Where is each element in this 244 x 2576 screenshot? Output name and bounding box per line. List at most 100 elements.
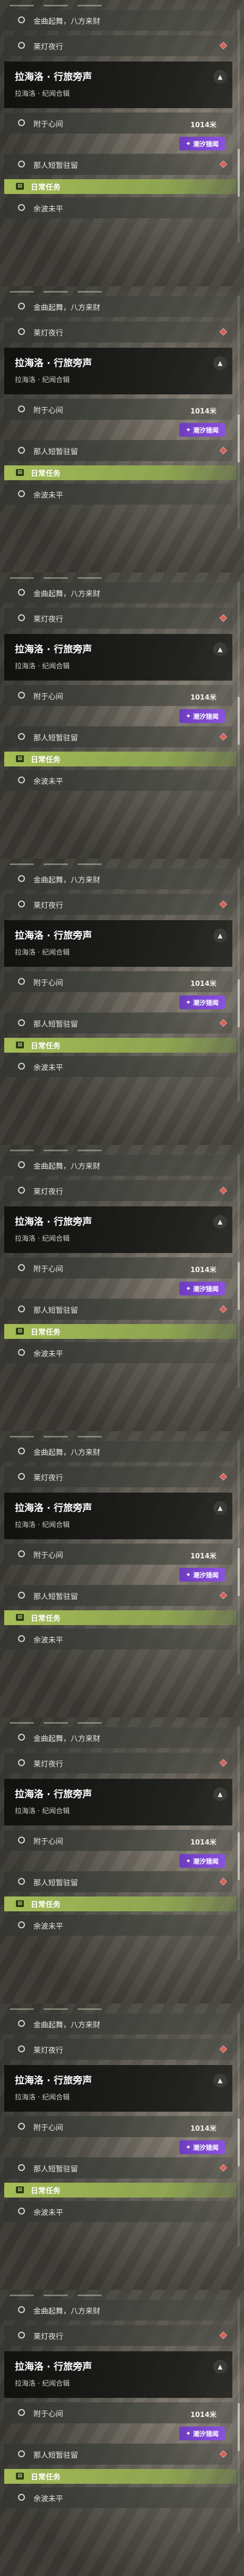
quest-item-gold[interactable]: 金曲起舞，八方来财 <box>4 1154 232 1176</box>
daily-task-header[interactable]: ▤ 日常任务 <box>4 2469 237 2484</box>
quest-item-lantern[interactable]: 莱灯夜行 <box>4 2039 232 2060</box>
quest-item-moon[interactable]: 余波未平 <box>4 770 232 791</box>
scrollbar-track[interactable] <box>238 2299 240 2533</box>
distance-label: 1014米 <box>190 408 216 416</box>
daily-task-header[interactable]: ▤ 日常任务 <box>4 752 237 766</box>
quest-item-gold[interactable]: 金曲起舞，八方来财 <box>4 296 232 317</box>
quest-item-moon[interactable]: 余波未平 <box>4 1628 232 1649</box>
scrollbar-track[interactable] <box>238 1727 240 1960</box>
chevron-up-icon[interactable]: ▲ <box>213 70 227 84</box>
scrollbar-track[interactable] <box>238 296 240 529</box>
quest-header[interactable]: 拉海洛 · 行旅旁声 拉海洛 · 纪闻合辑 ▲ <box>4 348 232 394</box>
scroll-thumb[interactable] <box>238 2403 240 2451</box>
quest-item-heart[interactable]: 附于心间 1014米 <box>4 1543 232 1565</box>
quest-item-alley[interactable]: 那人短暂驻留 <box>4 1299 232 1320</box>
quest-header[interactable]: 拉海洛 · 行旅旁声 拉海洛 · 纪闻合辑 ▲ <box>4 1493 232 1539</box>
quest-item-heart[interactable]: 附于心间 1014米 <box>4 2402 232 2423</box>
quest-item-moon[interactable]: 余波未平 <box>4 483 232 505</box>
tide-hunt-badge[interactable]: ✦ 潮汐猎闻 <box>179 137 225 151</box>
quest-item-alley[interactable]: 那人短暂驻留 <box>4 440 232 461</box>
quest-item-moon[interactable]: 余波未平 <box>4 1915 232 1936</box>
quest-item-alley[interactable]: 那人短暂驻留 <box>4 1871 232 1892</box>
quest-header[interactable]: 拉海洛 · 行旅旁声 拉海洛 · 纪闻合辑 ▲ <box>4 1779 232 1825</box>
scroll-thumb[interactable] <box>238 149 240 197</box>
daily-task-header[interactable]: ▤ 日常任务 <box>4 2183 237 2198</box>
quest-header[interactable]: 拉海洛 · 行旅旁声 拉海洛 · 纪闻合辑 ▲ <box>4 2065 232 2112</box>
quest-item-heart[interactable]: 附于心间 1014米 <box>4 112 232 134</box>
tide-hunt-badge[interactable]: ✦ 潮汐猎闻 <box>179 1568 225 1582</box>
quest-item-alley[interactable]: 那人短暂驻留 <box>4 154 232 175</box>
quest-header[interactable]: 拉海洛 · 行旅旁声 拉海洛 · 纪闻合辑 ▲ <box>4 634 232 681</box>
scroll-thumb[interactable] <box>238 1548 240 1596</box>
scrollbar-track[interactable] <box>238 868 240 1101</box>
quest-header[interactable]: 拉海洛 · 行旅旁声 拉海洛 · 纪闻合辑 ▲ <box>4 1206 232 1253</box>
quest-item-alley[interactable]: 那人短暂驻留 <box>4 726 232 747</box>
tide-hunt-badge[interactable]: ✦ 潮汐猎闻 <box>179 709 225 723</box>
quest-item-moon[interactable]: 余波未平 <box>4 197 232 218</box>
scroll-thumb[interactable] <box>238 980 240 1027</box>
tide-hunt-badge[interactable]: ✦ 潮汐猎闻 <box>179 1282 225 1295</box>
daily-task-header[interactable]: ▤ 日常任务 <box>4 1038 237 1053</box>
quest-item-lantern[interactable]: 莱灯夜行 <box>4 321 232 342</box>
quest-item-lantern[interactable]: 莱灯夜行 <box>4 894 232 915</box>
scrollbar-track[interactable] <box>238 1154 240 1388</box>
scroll-thumb[interactable] <box>238 414 240 462</box>
quest-item-alley[interactable]: 那人短暂驻留 <box>4 2157 232 2178</box>
quest-item-gold[interactable]: 金曲起舞，八方来财 <box>4 868 232 889</box>
daily-task-header[interactable]: ▤ 日常任务 <box>4 465 237 480</box>
quest-item-gold[interactable]: 金曲起舞，八方来财 <box>4 2013 232 2034</box>
chevron-up-icon[interactable]: ▲ <box>213 2360 227 2374</box>
chevron-up-icon[interactable]: ▲ <box>213 1215 227 1229</box>
quest-header[interactable]: 拉海洛 · 行旅旁声 拉海洛 · 纪闻合辑 ▲ <box>4 61 232 108</box>
quest-item-heart[interactable]: 附于心间 1014米 <box>4 971 232 992</box>
daily-task-header[interactable]: ▤ 日常任务 <box>4 1896 237 1911</box>
quest-item-gold[interactable]: 金曲起舞，八方来财 <box>4 1441 232 1462</box>
scrollbar-track[interactable] <box>238 582 240 815</box>
quest-item-moon[interactable]: 余波未平 <box>4 2487 232 2508</box>
tide-hunt-badge[interactable]: ✦ 潮汐猎闻 <box>179 995 225 1009</box>
quest-item-lantern[interactable]: 莱灯夜行 <box>4 1180 232 1201</box>
tide-hunt-badge[interactable]: ✦ 潮汐猎闻 <box>179 2140 225 2154</box>
quest-item-heart[interactable]: 附于心间 1014米 <box>4 1830 232 1851</box>
tide-hunt-badge[interactable]: ✦ 潮汐猎闻 <box>179 1854 225 1868</box>
chevron-up-icon[interactable]: ▲ <box>213 642 227 656</box>
scrollbar-track[interactable] <box>238 10 240 243</box>
quest-header[interactable]: 拉海洛 · 行旅旁声 拉海洛 · 纪闻合辑 ▲ <box>4 920 232 967</box>
tide-hunt-badge[interactable]: ✦ 潮汐猎闻 <box>179 2427 225 2440</box>
chevron-up-icon[interactable]: ▲ <box>213 1787 227 1801</box>
tide-hunt-badge[interactable]: ✦ 潮汐猎闻 <box>179 423 225 437</box>
quest-item-alley[interactable]: 那人短暂驻留 <box>4 2443 232 2465</box>
daily-task-header[interactable]: ▤ 日常任务 <box>4 1324 237 1339</box>
quest-item-lantern[interactable]: 莱灯夜行 <box>4 607 232 629</box>
quest-item-gold[interactable]: 金曲起舞，八方来财 <box>4 1727 232 1748</box>
scroll-thumb[interactable] <box>238 1832 240 1880</box>
quest-header[interactable]: 拉海洛 · 行旅旁声 拉海洛 · 纪闻合辑 ▲ <box>4 2351 232 2398</box>
quest-item-lantern[interactable]: 莱灯夜行 <box>4 1752 232 1774</box>
quest-item-heart[interactable]: 附于心间 1014米 <box>4 2116 232 2137</box>
scroll-thumb[interactable] <box>238 1262 240 1310</box>
quest-item-heart[interactable]: 附于心间 1014米 <box>4 399 232 420</box>
scrollbar-track[interactable] <box>238 2013 240 2246</box>
chevron-up-icon[interactable]: ▲ <box>213 2074 227 2087</box>
quest-item-moon[interactable]: 余波未平 <box>4 1056 232 1077</box>
quest-item-gold[interactable]: 金曲起舞，八方来财 <box>4 582 232 603</box>
quest-item-heart[interactable]: 附于心间 1014米 <box>4 685 232 706</box>
chevron-up-icon[interactable]: ▲ <box>213 356 227 370</box>
quest-item-lantern[interactable]: 莱灯夜行 <box>4 35 232 56</box>
quest-item-gold[interactable]: 金曲起舞，八方来财 <box>4 2299 232 2321</box>
quest-item-heart[interactable]: 附于心间 1014米 <box>4 1257 232 1278</box>
scroll-thumb[interactable] <box>238 2119 240 2166</box>
quest-item-moon[interactable]: 余波未平 <box>4 1342 232 1363</box>
quest-item-alley[interactable]: 那人短暂驻留 <box>4 1585 232 1606</box>
chevron-up-icon[interactable]: ▲ <box>213 929 227 942</box>
quest-item-lantern[interactable]: 莱灯夜行 <box>4 2325 232 2346</box>
scrollbar-track[interactable] <box>238 1441 240 1674</box>
quest-item-gold[interactable]: 金曲起舞，八方来财 <box>4 10 232 31</box>
quest-item-alley[interactable]: 那人短暂驻留 <box>4 1012 232 1034</box>
quest-item-lantern[interactable]: 莱灯夜行 <box>4 1466 232 1487</box>
scroll-thumb[interactable] <box>238 697 240 745</box>
daily-task-header[interactable]: ▤ 日常任务 <box>4 179 237 194</box>
quest-item-moon[interactable]: 余波未平 <box>4 2201 232 2222</box>
daily-task-header[interactable]: ▤ 日常任务 <box>4 1610 237 1625</box>
chevron-up-icon[interactable]: ▲ <box>213 1501 227 1515</box>
